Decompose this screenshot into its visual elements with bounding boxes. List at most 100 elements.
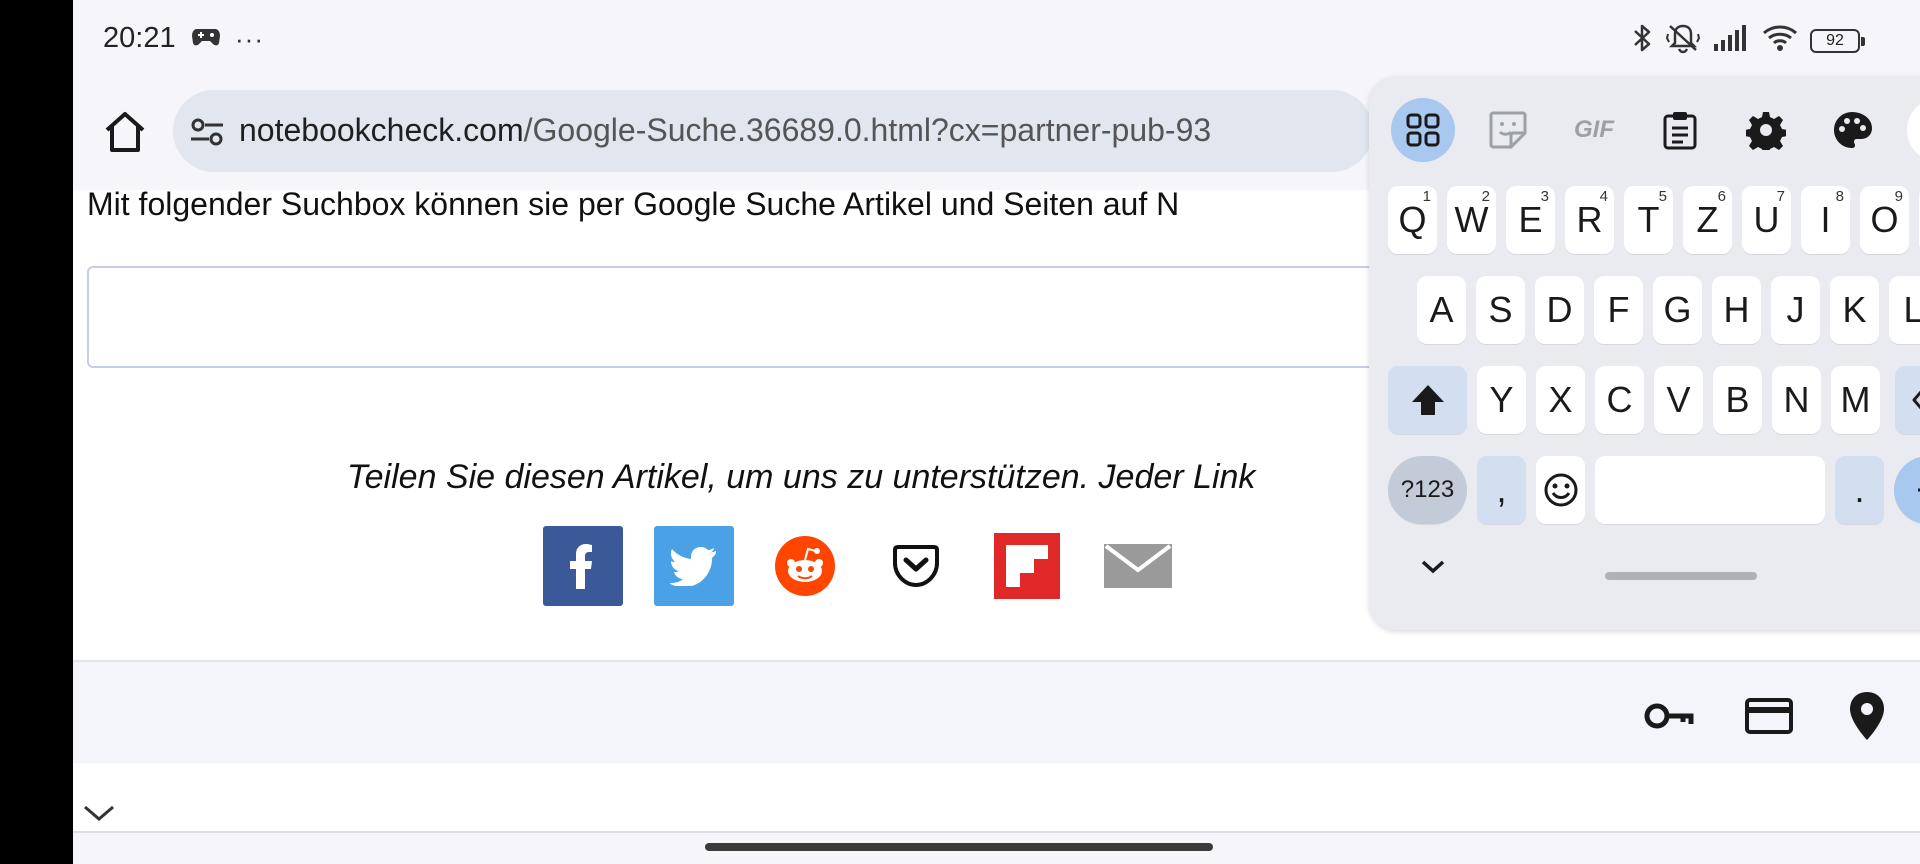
flipboard-share-button[interactable] <box>987 526 1067 606</box>
emoji-icon <box>1544 473 1577 507</box>
key-icon[interactable] <box>1643 690 1695 742</box>
more-dots-icon: ··· <box>235 24 264 54</box>
key-number-hint: 7 <box>1776 188 1785 205</box>
key-number-hint: 8 <box>1835 188 1844 205</box>
shift-key[interactable] <box>1388 366 1467 434</box>
key-label: R <box>1576 199 1603 240</box>
key-label: W <box>1454 199 1489 240</box>
comma-key[interactable]: , <box>1477 456 1526 524</box>
key-l[interactable]: L <box>1889 276 1920 344</box>
key-w[interactable]: W2 <box>1447 186 1496 254</box>
url-path: /Google-Suche.36689.0.html?cx=partner-pu… <box>523 112 1212 148</box>
key-label: T <box>1637 199 1660 240</box>
url-domain: notebookcheck.com <box>239 112 524 148</box>
key-a[interactable]: A <box>1417 276 1466 344</box>
mail-icon <box>1104 544 1172 588</box>
key-t[interactable]: T5 <box>1624 186 1673 254</box>
key-i[interactable]: I8 <box>1801 186 1850 254</box>
mute-vibrate-icon <box>1665 22 1701 59</box>
key-g[interactable]: G <box>1653 276 1702 344</box>
key-u[interactable]: U7 <box>1742 186 1791 254</box>
status-time: 20:21 <box>103 22 176 54</box>
key-number-hint: 9 <box>1894 188 1903 205</box>
reddit-icon <box>775 536 835 596</box>
gesture-nav-handle[interactable] <box>705 843 1213 851</box>
mail-share-button[interactable] <box>1098 526 1178 606</box>
twitter-share-button[interactable] <box>654 526 734 606</box>
gif-button[interactable]: GIF <box>1562 98 1626 162</box>
key-label: I <box>1820 199 1831 240</box>
key-number-hint: 6 <box>1717 188 1726 205</box>
key-number-hint: 1 <box>1422 188 1431 205</box>
key-e[interactable]: E3 <box>1506 186 1555 254</box>
credit-card-icon[interactable] <box>1743 690 1795 742</box>
backspace-icon <box>1912 390 1920 410</box>
key-number-hint: 4 <box>1599 188 1608 205</box>
location-pin-icon[interactable] <box>1847 690 1899 742</box>
sticker-icon[interactable] <box>1476 98 1540 162</box>
symbols-key[interactable]: ?123 <box>1388 456 1467 524</box>
battery-indicator: 92 <box>1810 28 1865 53</box>
key-z[interactable]: Z6 <box>1683 186 1732 254</box>
enter-key[interactable] <box>1894 456 1920 524</box>
status-right-icons: 92 <box>1632 22 1865 59</box>
home-icon <box>105 112 145 152</box>
pocket-share-button[interactable] <box>876 526 956 606</box>
key-o[interactable]: O9 <box>1860 186 1909 254</box>
gear-icon[interactable] <box>1734 98 1798 162</box>
key-y[interactable]: Y <box>1477 366 1526 434</box>
status-bar: 20:21 ··· 92 <box>73 0 1920 80</box>
key-number-hint: 3 <box>1540 188 1549 205</box>
facebook-share-button[interactable] <box>543 526 623 606</box>
palette-icon[interactable] <box>1820 98 1884 162</box>
pocket-icon <box>893 545 939 588</box>
key-d[interactable]: D <box>1535 276 1584 344</box>
key-label: E <box>1518 199 1543 240</box>
key-v[interactable]: V <box>1654 366 1703 434</box>
keyboard-toolbar: GIF <box>1369 76 1920 176</box>
share-text: Teilen Sie diesen Artikel, um uns zu unt… <box>347 458 1256 496</box>
key-r[interactable]: R4 <box>1565 186 1614 254</box>
key-q[interactable]: Q1 <box>1388 186 1437 254</box>
key-number-hint: 5 <box>1658 188 1667 205</box>
hide-keyboard-chevron-icon[interactable] <box>1411 552 1455 582</box>
key-label: O <box>1870 199 1899 240</box>
url-text: notebookcheck.com/Google-Suche.36689.0.h… <box>239 112 1211 149</box>
microphone-icon[interactable] <box>1907 98 1920 162</box>
key-label: U <box>1753 199 1780 240</box>
facebook-icon <box>570 544 592 589</box>
chevron-down-icon[interactable] <box>81 799 117 825</box>
on-screen-keyboard: GIF Q1W2E3R4T5Z6U7I8O9P0 ASDFGHJKL YXC <box>1369 76 1920 630</box>
clipboard-icon[interactable] <box>1648 98 1712 162</box>
reddit-share-button[interactable] <box>765 526 845 606</box>
twitter-icon <box>670 547 716 586</box>
apps-grid-icon[interactable] <box>1391 98 1455 162</box>
key-label: Z <box>1696 199 1719 240</box>
key-s[interactable]: S <box>1476 276 1525 344</box>
keyboard-drag-handle[interactable] <box>1605 572 1757 580</box>
space-key[interactable] <box>1595 456 1825 524</box>
key-f[interactable]: F <box>1594 276 1643 344</box>
key-number-hint: 2 <box>1481 188 1490 205</box>
arrow-right-icon <box>1918 488 1920 492</box>
address-bar[interactable]: notebookcheck.com/Google-Suche.36689.0.h… <box>173 90 1373 172</box>
bottom-panel <box>73 763 1920 833</box>
intro-text: Mit folgender Suchbox können sie per Goo… <box>87 186 1180 222</box>
key-b[interactable]: B <box>1713 366 1762 434</box>
backspace-key[interactable] <box>1895 366 1920 434</box>
key-h[interactable]: H <box>1712 276 1761 344</box>
key-x[interactable]: X <box>1536 366 1585 434</box>
key-n[interactable]: N <box>1772 366 1821 434</box>
autofill-bar <box>73 660 1920 763</box>
wifi-icon <box>1762 23 1798 58</box>
home-button[interactable] <box>101 108 149 156</box>
key-j[interactable]: J <box>1771 276 1820 344</box>
site-settings-icon[interactable] <box>189 116 225 148</box>
signal-icon <box>1712 24 1750 57</box>
key-k[interactable]: K <box>1830 276 1879 344</box>
google-search-input[interactable] <box>87 266 1487 368</box>
key-c[interactable]: C <box>1595 366 1644 434</box>
key-m[interactable]: M <box>1831 366 1880 434</box>
emoji-key[interactable] <box>1536 456 1585 524</box>
period-key[interactable]: . <box>1835 456 1884 524</box>
